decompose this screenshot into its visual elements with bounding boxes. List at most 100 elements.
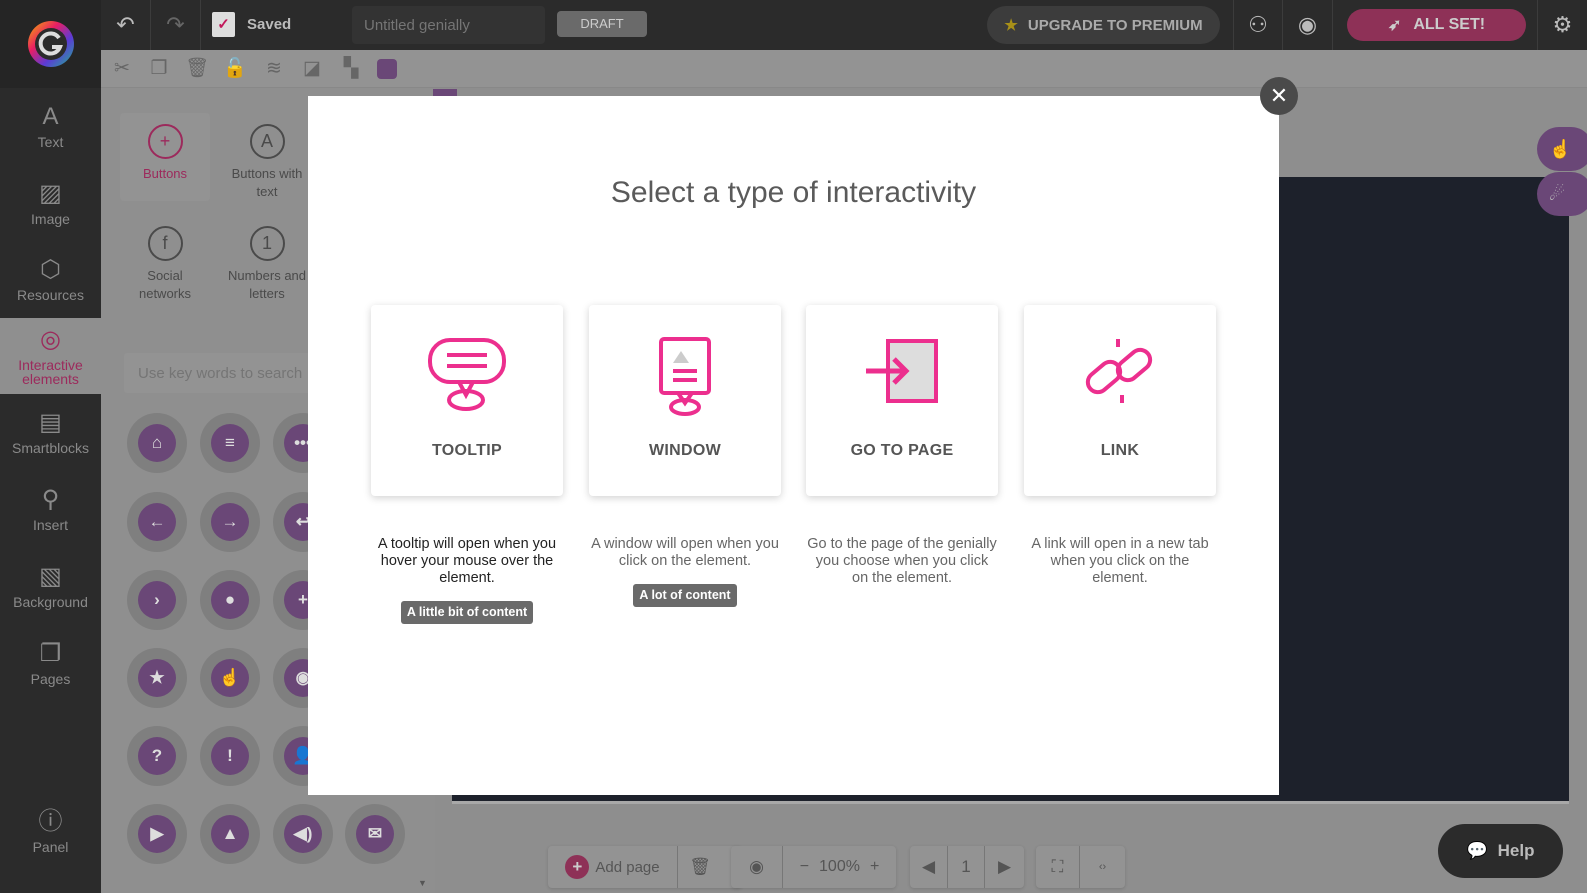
category-buttons[interactable]: + Buttons xyxy=(120,124,210,183)
undo-icon[interactable]: ↶ xyxy=(101,0,151,50)
go-to-page-description: Go to the page of the genially you choos… xyxy=(807,536,997,586)
interactive-button-item[interactable]: ● xyxy=(200,570,260,630)
view-controls: ⛶ ‹› xyxy=(1036,846,1125,888)
info-icon: ⓘ xyxy=(38,808,63,835)
preview-eye-icon[interactable]: ◉ xyxy=(731,846,783,888)
button-glyph-icon: ≡ xyxy=(211,424,249,462)
interactive-button-item[interactable]: ☝ xyxy=(200,648,260,708)
option-window[interactable]: WINDOW xyxy=(589,305,781,496)
next-page-icon[interactable]: ▶ xyxy=(985,846,1024,888)
option-link[interactable]: LINK xyxy=(1024,305,1216,496)
option-tooltip[interactable]: TOOLTIP xyxy=(371,305,563,496)
category-label: Buttons xyxy=(142,166,188,181)
delete-page-icon[interactable]: 🗑 xyxy=(678,846,722,888)
genially-logo[interactable] xyxy=(0,0,101,88)
pages-icon: ❐ xyxy=(39,640,62,667)
prev-page-icon[interactable]: ◀ xyxy=(910,846,948,888)
title-input[interactable] xyxy=(352,6,545,44)
content-badge: A little bit of content xyxy=(400,601,534,624)
animation-icon[interactable]: ☄ xyxy=(1537,172,1587,216)
tooltip-description: A tooltip will open when you hover your … xyxy=(371,536,563,624)
upgrade-button[interactable]: ★ UPGRADE TO PREMIUM xyxy=(987,6,1220,44)
sidebar-item-image[interactable]: ▨ Image xyxy=(0,165,101,241)
sidebar-item-pages[interactable]: ❐ Pages xyxy=(0,625,101,701)
zoom-in-button[interactable]: + xyxy=(870,858,879,876)
star-icon: ★ xyxy=(1004,17,1018,34)
code-view-icon[interactable]: ‹› xyxy=(1080,846,1125,888)
check-icon: ✓ xyxy=(212,12,235,37)
description-text: A window will open when you click on the… xyxy=(591,536,779,569)
sidebar-item-panel[interactable]: ⓘ Panel xyxy=(0,793,101,869)
sidebar-item-label: Smartblocks xyxy=(11,440,90,456)
interactive-button-item[interactable]: ▲ xyxy=(200,804,260,864)
sidebar-item-interactive-elements[interactable]: ◎ Interactive elements xyxy=(0,318,101,394)
sidebar-item-label: Insert xyxy=(32,517,68,533)
sidebar-item-label: Pages xyxy=(30,671,71,687)
category-buttons-with-text[interactable]: A Buttons with text xyxy=(222,124,312,201)
redo-icon[interactable]: ↷ xyxy=(151,0,201,50)
page-number: 1 xyxy=(948,846,985,888)
add-page-label: Add page xyxy=(595,858,660,876)
sidebar-item-insert[interactable]: ⚲ Insert xyxy=(0,471,101,547)
interactive-button-item[interactable]: → xyxy=(200,492,260,552)
delete-icon[interactable]: 🗑 xyxy=(184,56,210,82)
sidebar-item-label: Interactive elements xyxy=(18,357,83,387)
upgrade-label: UPGRADE TO PREMIUM xyxy=(1027,16,1203,34)
interactive-button-item[interactable]: ≡ xyxy=(200,413,260,473)
lock-icon[interactable]: 🔓 xyxy=(222,56,248,82)
category-social-networks[interactable]: f Social networks xyxy=(120,226,210,303)
interactive-button-item[interactable]: ◀) xyxy=(273,804,333,864)
button-glyph-icon: → xyxy=(211,503,249,541)
settings-gear-icon[interactable]: ⚙ xyxy=(1537,0,1587,50)
cut-icon[interactable]: ✂ xyxy=(109,56,135,82)
transparency-icon[interactable]: ▚ xyxy=(338,56,364,82)
category-numbers-letters[interactable]: 1 Numbers and letters xyxy=(222,226,312,303)
add-user-icon[interactable]: ⚇ xyxy=(1233,0,1283,50)
link-chain-icon xyxy=(1085,339,1153,403)
facebook-icon: f xyxy=(147,226,183,261)
sidebar-item-resources[interactable]: ⬡ Resources xyxy=(0,241,101,317)
sidebar-item-label: Text xyxy=(37,134,64,150)
scroll-down-arrow[interactable]: ▼ xyxy=(418,878,427,888)
interactive-button-item[interactable]: ← xyxy=(127,492,187,552)
arrange-icon[interactable]: ◪ xyxy=(299,56,325,82)
help-label: Help xyxy=(1497,841,1535,860)
copy-icon[interactable]: ❐ xyxy=(146,56,172,82)
close-modal-button[interactable]: ✕ xyxy=(1260,77,1298,115)
fit-screen-icon[interactable]: ⛶ xyxy=(1036,846,1080,888)
interactive-button-item[interactable]: ★ xyxy=(127,648,187,708)
zoom-controls: ◉ −100% + xyxy=(731,846,896,888)
button-glyph-icon: ▲ xyxy=(211,815,249,853)
option-go-to-page[interactable]: GO TO PAGE xyxy=(806,305,998,496)
button-glyph-icon: ? xyxy=(138,737,176,775)
interactive-button-item[interactable]: ⌂ xyxy=(127,413,187,473)
add-page-button[interactable]: + Add page xyxy=(548,846,678,888)
search-input[interactable] xyxy=(124,353,324,393)
page-actions: + Add page 🗑 xyxy=(548,846,742,888)
edit-toolbar: ✂ ❐ 🗑 🔓 ≋ ◪ ▚ xyxy=(101,50,1587,88)
interactive-button-item[interactable]: › xyxy=(127,570,187,630)
button-glyph-icon: ⌂ xyxy=(138,424,176,462)
all-set-label: ALL SET! xyxy=(1413,16,1486,33)
zoom-out-button[interactable]: − xyxy=(800,858,809,876)
layers-icon[interactable]: ≋ xyxy=(261,56,287,82)
interaction-hand-icon[interactable]: ☝ xyxy=(1537,127,1587,171)
all-set-button[interactable]: ➶ ALL SET! xyxy=(1347,9,1526,41)
interactive-button-item[interactable]: ✉ xyxy=(345,804,405,864)
help-button[interactable]: 💬 Help xyxy=(1438,824,1563,878)
interactive-button-item[interactable]: ! xyxy=(200,726,260,786)
preview-eye-icon[interactable]: ◉ xyxy=(1283,0,1333,50)
letter-a-icon: A xyxy=(249,124,285,159)
sidebar-item-smartblocks[interactable]: ▤ Smartblocks xyxy=(0,394,101,470)
sidebar-item-text[interactable]: A Text xyxy=(0,88,101,164)
color-swatch[interactable] xyxy=(377,59,397,79)
sidebar-item-label: Background xyxy=(13,594,88,610)
sidebar-item-background[interactable]: ▧ Background xyxy=(0,548,101,624)
text-icon: A xyxy=(42,103,59,130)
interactive-button-item[interactable]: ▶ xyxy=(127,804,187,864)
option-label: WINDOW xyxy=(648,442,721,459)
draft-button[interactable]: DRAFT xyxy=(557,11,647,37)
interactive-button-item[interactable]: ? xyxy=(127,726,187,786)
number-one-icon: 1 xyxy=(249,226,285,261)
link-description: A link will open in a new tab when you c… xyxy=(1031,536,1209,586)
